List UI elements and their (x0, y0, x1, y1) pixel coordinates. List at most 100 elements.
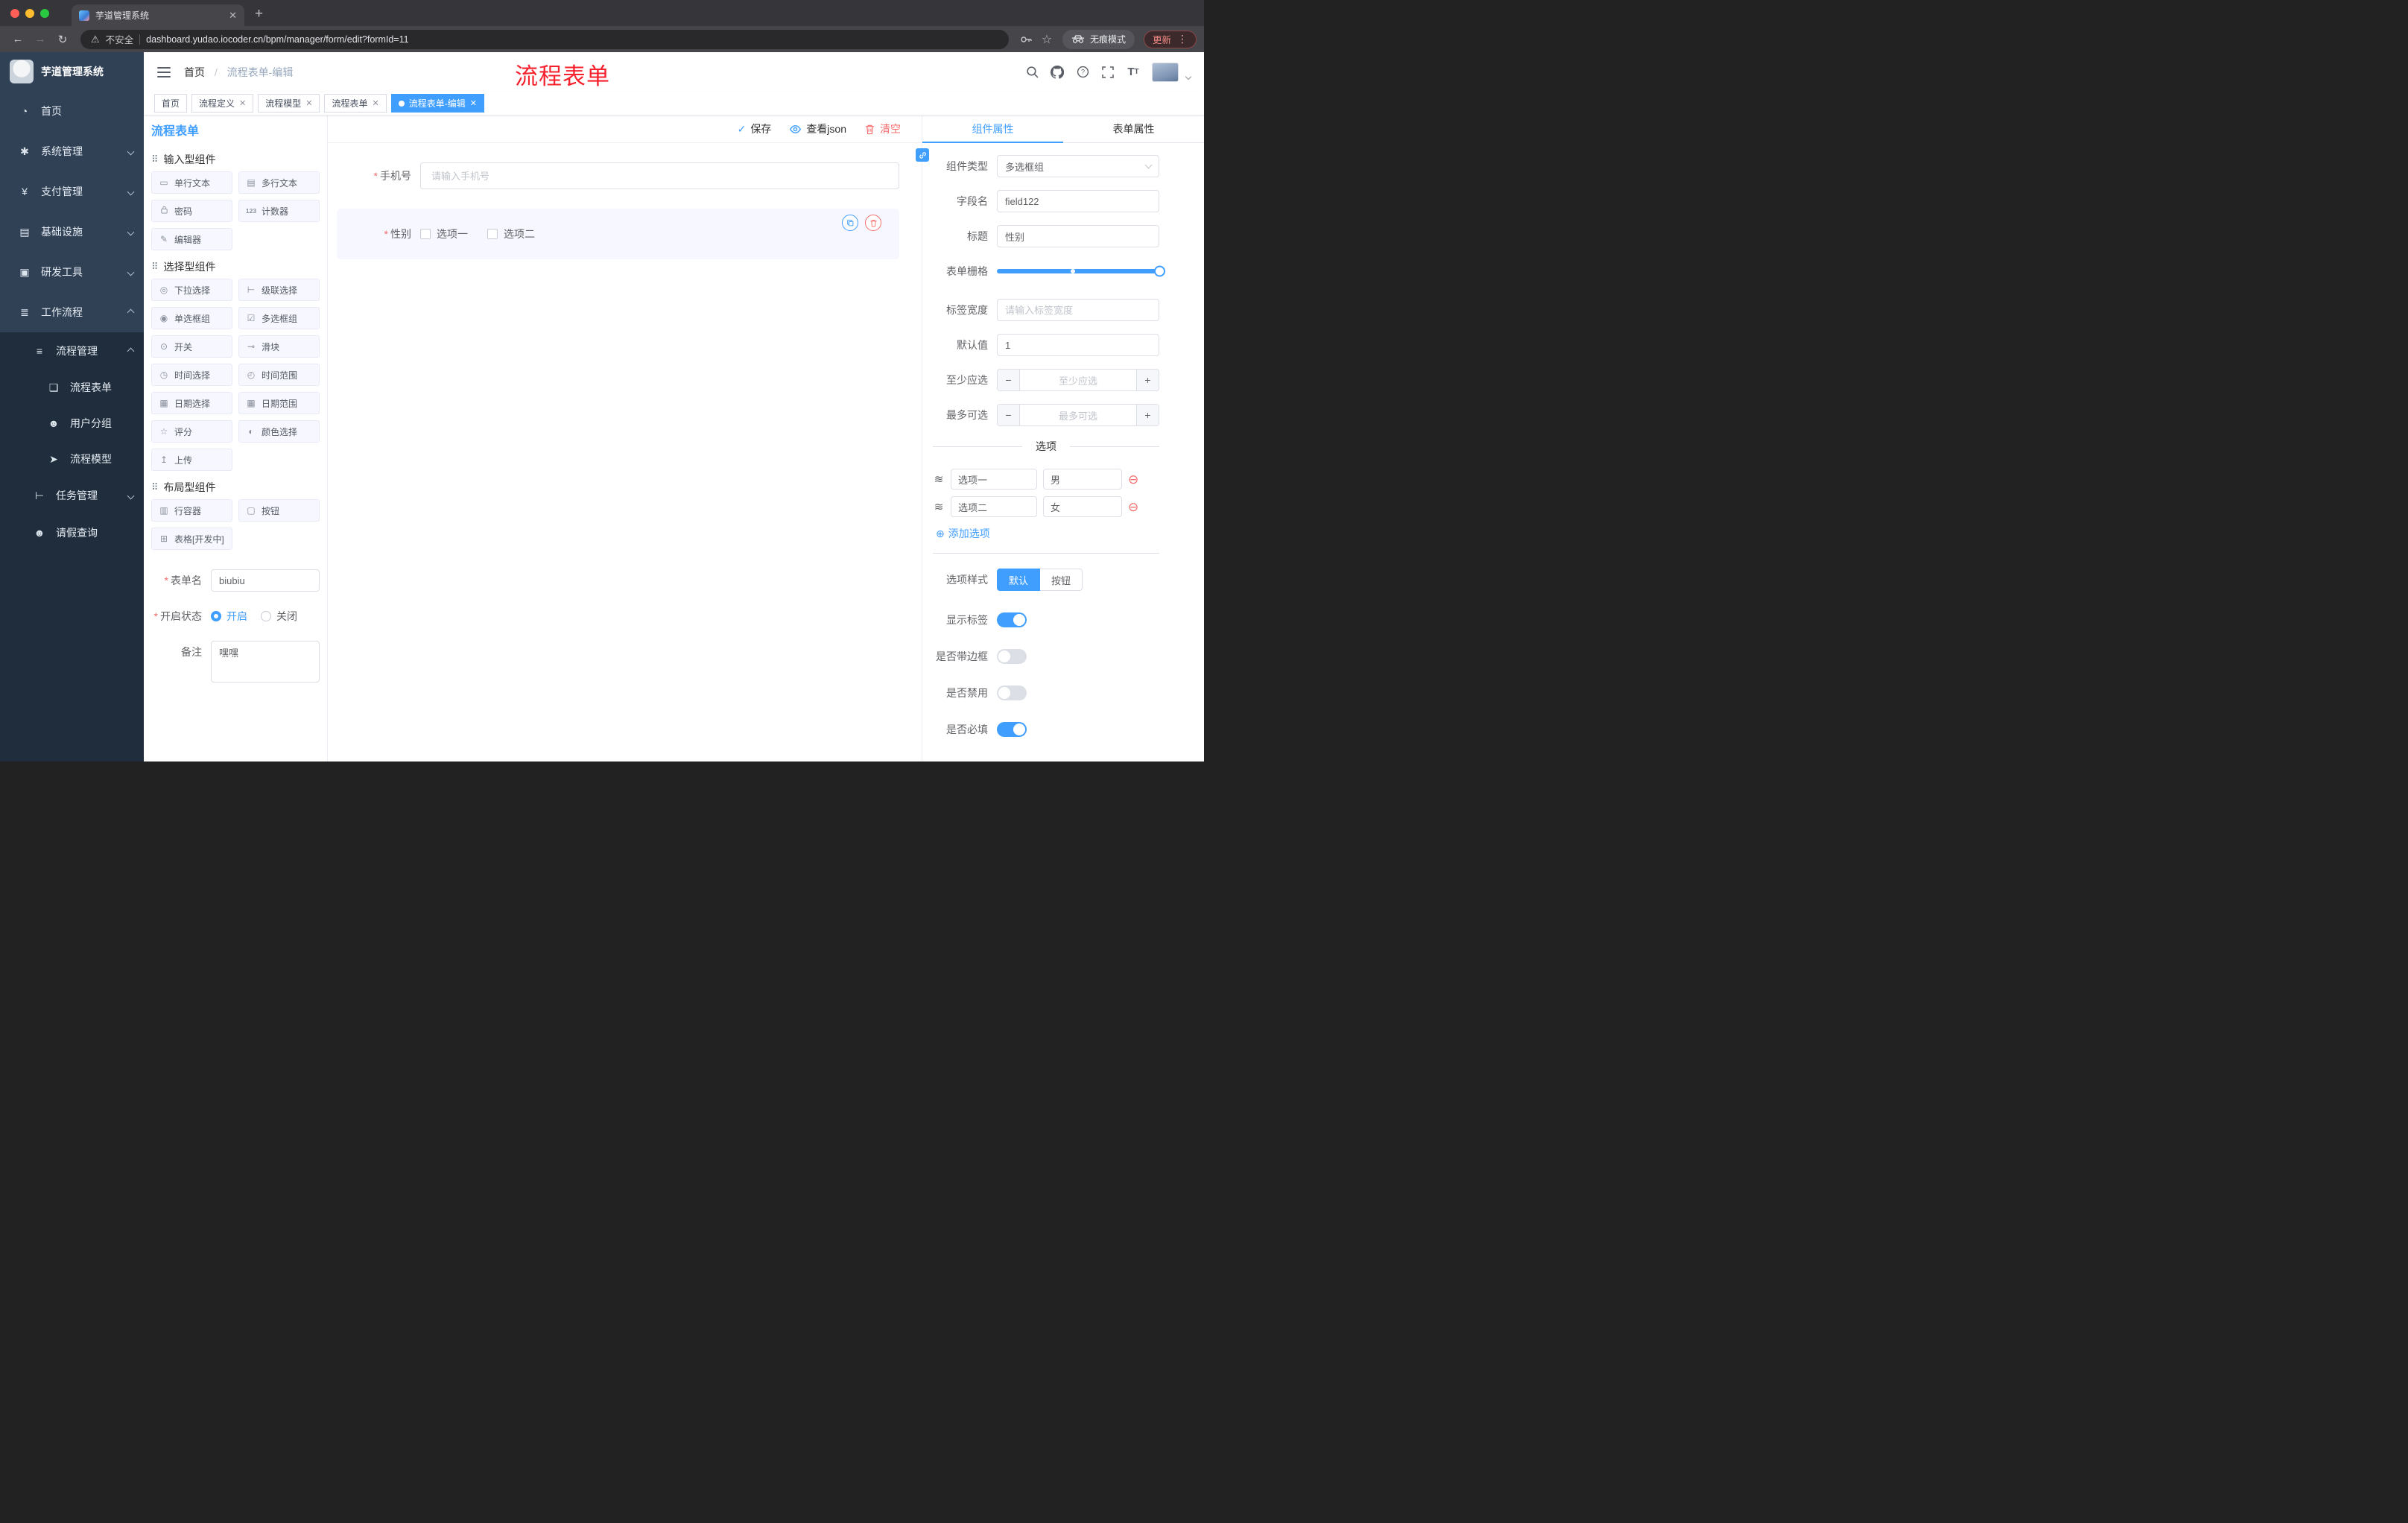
radio-off[interactable] (261, 611, 271, 621)
palette-item-button[interactable]: ▢ 按钮 (238, 499, 320, 522)
radio-on[interactable] (211, 611, 221, 621)
copy-component-button[interactable] (842, 215, 858, 231)
close-tab-icon[interactable]: ✕ (229, 10, 237, 22)
plus-icon[interactable]: + (1136, 370, 1159, 390)
sidebar-item-infra[interactable]: ▤ 基础设施 (0, 212, 144, 252)
checkbox-option-2-label[interactable]: 选项二 (504, 227, 535, 241)
palette-item-editor[interactable]: ✎ 编辑器 (151, 228, 232, 250)
tag-process-definition[interactable]: 流程定义 ✕ (191, 94, 254, 113)
max-select-value[interactable]: 最多可选 (1020, 405, 1136, 425)
key-icon[interactable] (1016, 34, 1036, 45)
tag-process-form[interactable]: 流程表单 ✕ (324, 94, 387, 113)
minus-icon[interactable]: − (998, 370, 1020, 390)
forward-icon[interactable]: → (30, 29, 51, 50)
component-type-select[interactable]: 多选框组 (997, 155, 1159, 177)
option-value-input[interactable] (1043, 469, 1122, 490)
phone-input[interactable] (420, 162, 899, 189)
palette-item-date-range[interactable]: ▦ 日期范围 (238, 392, 320, 414)
help-icon[interactable]: ? (1076, 66, 1089, 79)
form-name-input[interactable] (211, 569, 320, 592)
avatar[interactable] (1152, 62, 1179, 82)
add-option-button[interactable]: ⊕ 添加选项 (936, 526, 1159, 541)
grid-slider[interactable] (997, 260, 1165, 282)
close-icon[interactable]: ✕ (239, 98, 246, 108)
title-input[interactable] (997, 225, 1159, 247)
sidebar-item-user-group[interactable]: ☻ 用户分组 (0, 405, 144, 441)
sidebar-logo[interactable]: 芋道管理系统 (0, 52, 144, 91)
palette-item-single-text[interactable]: ▭ 单行文本 (151, 171, 232, 194)
link-icon-button[interactable] (916, 148, 929, 162)
option-name-input[interactable] (951, 469, 1037, 490)
palette-item-checkbox-group[interactable]: ☑ 多选框组 (238, 307, 320, 329)
palette-item-password[interactable]: 密码 (151, 200, 232, 222)
address-bar[interactable]: ⚠ 不安全 dashboard.yudao.iocoder.cn/bpm/man… (80, 29, 1009, 49)
minus-icon[interactable]: − (998, 405, 1020, 425)
option-drag-icon[interactable]: ≋ (933, 472, 945, 486)
remove-option-icon[interactable]: ⊖ (1128, 501, 1138, 513)
checkbox-option-2[interactable] (487, 229, 498, 239)
close-icon[interactable]: ✕ (373, 98, 379, 108)
sidebar-item-process-form[interactable]: ❏ 流程表单 (0, 370, 144, 405)
delete-component-button[interactable] (865, 215, 881, 231)
github-icon[interactable] (1051, 65, 1064, 79)
browser-tab[interactable]: 芋道管理系统 ✕ (72, 4, 244, 26)
required-toggle[interactable] (997, 722, 1027, 737)
palette-item-counter[interactable]: 123 计数器 (238, 200, 320, 222)
breadcrumb-home[interactable]: 首页 (184, 66, 205, 78)
tab-component-props[interactable]: 组件属性 (922, 115, 1063, 143)
search-icon[interactable] (1025, 66, 1039, 79)
tag-process-model[interactable]: 流程模型 ✕ (258, 94, 320, 113)
close-icon[interactable]: ✕ (470, 98, 477, 108)
selected-component-gender[interactable]: * 性别 选项一 选项二 (337, 209, 899, 259)
palette-item-switch[interactable]: ⊙ 开关 (151, 335, 232, 358)
back-icon[interactable]: ← (7, 29, 28, 50)
close-icon[interactable]: ✕ (305, 98, 312, 108)
clear-button[interactable]: 清空 (864, 121, 901, 136)
option-drag-icon[interactable]: ≋ (933, 500, 945, 513)
radio-on-label[interactable]: 开启 (226, 609, 247, 624)
palette-item-cascader[interactable]: ⊢ 级联选择 (238, 279, 320, 301)
sidebar-toggle-icon[interactable] (157, 66, 171, 77)
sidebar-item-task-mgmt[interactable]: ⊢ 任务管理 (0, 477, 144, 514)
remove-option-icon[interactable]: ⊖ (1128, 473, 1138, 486)
palette-item-rate[interactable]: ☆ 评分 (151, 420, 232, 443)
palette-item-radio-group[interactable]: ◉ 单选框组 (151, 307, 232, 329)
field-name-input[interactable] (997, 190, 1159, 212)
palette-item-color-picker[interactable]: ◐ 颜色选择 (238, 420, 320, 443)
sidebar-item-home[interactable]: ◔ 首页 (0, 91, 144, 131)
checkbox-option-1[interactable] (420, 229, 431, 239)
update-button[interactable]: 更新 ⋮ (1143, 30, 1197, 48)
fullscreen-icon[interactable] (1101, 66, 1115, 79)
new-tab-button[interactable]: + (255, 6, 263, 22)
palette-item-time-picker[interactable]: ◷ 时间选择 (151, 364, 232, 386)
option-value-input[interactable] (1043, 496, 1122, 517)
tab-form-props[interactable]: 表单属性 (1063, 115, 1204, 142)
min-select-value[interactable]: 至少应选 (1020, 370, 1136, 390)
view-json-button[interactable]: 查看json (789, 121, 846, 136)
checkbox-option-1-label[interactable]: 选项一 (437, 227, 468, 241)
tag-process-form-edit[interactable]: 流程表单-编辑 ✕ (390, 94, 484, 113)
incognito-badge[interactable]: 无痕模式 (1062, 29, 1135, 49)
show-label-toggle[interactable] (997, 612, 1027, 627)
option-name-input[interactable] (951, 496, 1037, 517)
slider-track[interactable] (997, 265, 1165, 277)
security-warning-icon[interactable]: ⚠ (91, 34, 100, 45)
border-toggle[interactable] (997, 649, 1027, 664)
sidebar-item-system[interactable]: ✱ 系统管理 (0, 131, 144, 171)
default-value-input[interactable] (997, 334, 1159, 356)
style-default-button[interactable]: 默认 (997, 569, 1041, 591)
plus-icon[interactable]: + (1136, 405, 1159, 425)
sidebar-item-leave-query[interactable]: ☻ 请假查询 (0, 514, 144, 551)
font-size-icon[interactable]: TT (1127, 66, 1140, 79)
label-width-input[interactable] (997, 299, 1159, 321)
palette-item-multi-text[interactable]: ▤ 多行文本 (238, 171, 320, 194)
radio-off-label[interactable]: 关闭 (276, 609, 297, 624)
save-button[interactable]: ✓ 保存 (738, 121, 772, 136)
tag-home[interactable]: 首页 (154, 94, 188, 113)
palette-item-slider[interactable]: ⊸ 滑块 (238, 335, 320, 358)
palette-item-table[interactable]: ⊞ 表格[开发中] (151, 528, 232, 550)
disabled-toggle[interactable] (997, 685, 1027, 700)
palette-item-date-picker[interactable]: ▦ 日期选择 (151, 392, 232, 414)
sidebar-item-process-model[interactable]: ➤ 流程模型 (0, 441, 144, 477)
zoom-window-icon[interactable] (40, 8, 49, 18)
